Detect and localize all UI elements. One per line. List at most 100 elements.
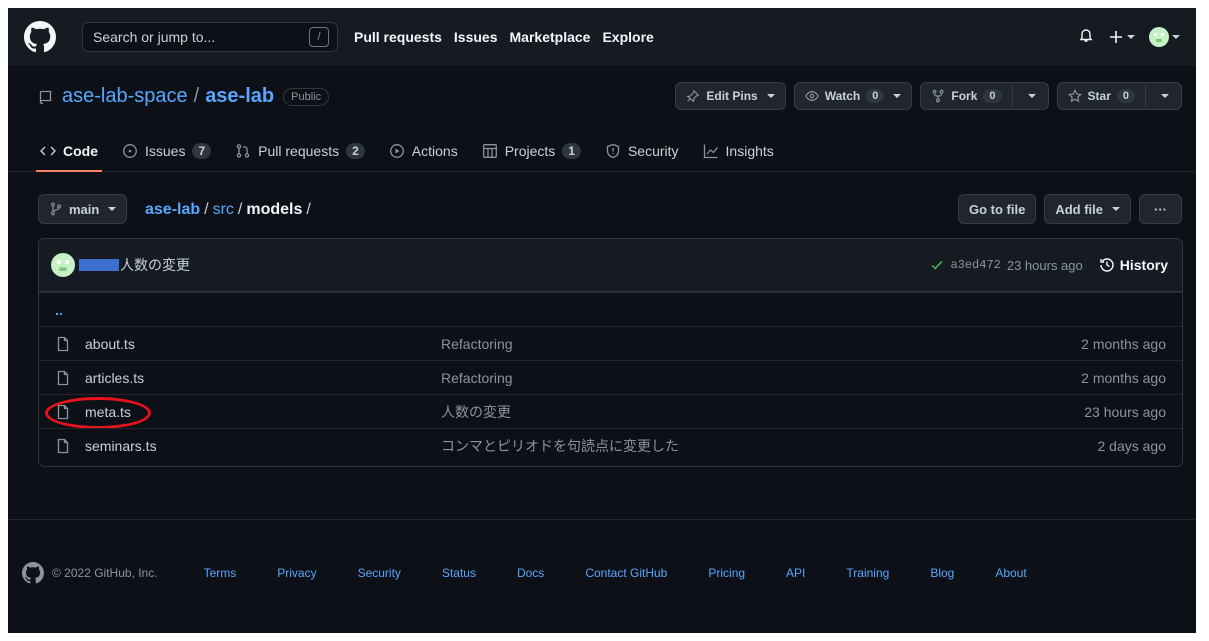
redacted-username [79,259,119,271]
avatar[interactable] [51,253,75,277]
footer-link-contact[interactable]: Contact GitHub [585,566,667,580]
file-browser: 人数の変更 a3ed472 23 hours ago History .. ab… [38,238,1183,467]
search-box[interactable]: / [82,22,338,52]
breadcrumb: ase-lab / src / models / [145,201,311,219]
parent-directory-row[interactable]: .. [39,292,1182,326]
nav-issues[interactable]: Issues [454,29,498,45]
footer-link-about[interactable]: About [995,566,1026,580]
more-options-button[interactable]: ··· [1139,194,1182,224]
footer-link-pricing[interactable]: Pricing [708,566,745,580]
nav-marketplace[interactable]: Marketplace [510,29,591,45]
footer-link-terms[interactable]: Terms [204,566,237,580]
add-file-button[interactable]: Add file [1044,194,1131,224]
repo-owner-link[interactable]: ase-lab-space [62,85,188,108]
file-icon [57,370,69,385]
chevron-down-icon [1127,35,1135,39]
tab-code[interactable]: Code [36,132,102,172]
file-name-link[interactable]: about.ts [85,336,441,352]
file-commit-age: 23 hours ago [1084,403,1166,420]
tab-security[interactable]: Security [603,132,681,170]
bell-icon[interactable] [1078,27,1094,48]
file-row[interactable]: meta.ts 人数の変更 23 hours ago [39,394,1182,429]
file-commit-message[interactable]: 人数の変更 [441,402,511,422]
tab-issues[interactable]: Issues 7 [120,132,213,170]
repo-name-link[interactable]: ase-lab [205,85,274,108]
play-icon [389,144,404,158]
file-icon [57,336,69,351]
breadcrumb-current: models [246,201,303,218]
fork-count: 0 [983,89,1002,103]
tab-issues-count: 7 [192,143,212,159]
commit-sha[interactable]: a3ed472 [950,258,1000,272]
repo-separator: / [193,85,200,107]
github-logo-icon[interactable] [22,562,44,584]
history-link[interactable]: History [1099,257,1168,273]
file-commit-age: 2 months ago [1081,335,1166,352]
code-icon [40,146,56,156]
commit-time: 23 hours ago [1006,257,1083,273]
parent-directory-link[interactable]: .. [55,302,63,318]
repo-actions: Edit Pins Watch 0 Fork 0 Star 0 [675,82,1182,110]
breadcrumb-src[interactable]: src [213,201,234,219]
file-name-link[interactable]: seminars.ts [85,438,441,454]
footer-link-security[interactable]: Security [358,566,401,580]
repo-icon [38,89,54,105]
star-button[interactable]: Star 0 [1056,82,1146,110]
eye-icon [804,91,819,101]
tab-projects[interactable]: Projects 1 [480,132,583,170]
file-commit-message[interactable]: コンマとピリオドを句読点に変更した [441,436,679,456]
edit-pins-button[interactable]: Edit Pins [675,82,786,110]
footer-link-blog[interactable]: Blog [930,566,954,580]
fork-icon [932,89,944,103]
file-icon [57,438,69,453]
fork-dropdown-button[interactable] [1012,82,1049,110]
chevron-down-icon [108,207,117,211]
latest-commit-message[interactable]: 人数の変更 [120,255,190,275]
watch-label: Watch [824,89,861,103]
star-label: Star [1087,89,1111,103]
file-name-link[interactable]: articles.ts [85,370,441,386]
tab-insights-label: Insights [725,143,774,159]
nav-pull-requests[interactable]: Pull requests [354,29,442,45]
breadcrumb-root[interactable]: ase-lab [145,201,200,219]
tab-code-label: Code [63,143,98,159]
chevron-down-icon [766,94,775,98]
star-dropdown-button[interactable] [1146,82,1182,110]
watch-button[interactable]: Watch 0 [793,82,913,110]
footer-link-api[interactable]: API [786,566,805,580]
project-icon [482,144,497,158]
fork-button[interactable]: Fork 0 [920,82,1013,110]
create-new-menu[interactable] [1108,29,1135,45]
latest-commit-bar: 人数の変更 a3ed472 23 hours ago History [39,239,1182,292]
tab-pull-requests-label: Pull requests [258,143,340,159]
issue-icon [123,144,137,158]
fork-label: Fork [951,89,978,103]
search-input[interactable] [93,29,309,45]
file-row[interactable]: about.ts Refactoring 2 months ago [39,326,1182,360]
star-group: Star 0 [1056,82,1182,110]
avatar [1149,27,1169,47]
file-commit-message[interactable]: Refactoring [441,370,513,386]
chevron-down-icon [1112,207,1120,211]
nav-explore[interactable]: Explore [602,29,653,45]
watch-count: 0 [866,89,885,103]
footer-link-docs[interactable]: Docs [517,566,544,580]
file-commit-message[interactable]: Refactoring [441,336,513,352]
branch-select-button[interactable]: main [38,194,128,224]
go-to-file-label: Go to file [968,201,1026,217]
footer-link-privacy[interactable]: Privacy [277,566,316,580]
footer-link-status[interactable]: Status [442,566,476,580]
file-row[interactable]: articles.ts Refactoring 2 months ago [39,360,1182,394]
file-row[interactable]: seminars.ts コンマとピリオドを句読点に変更した 2 days ago [39,428,1182,462]
tab-projects-count: 1 [562,143,581,159]
go-to-file-button[interactable]: Go to file [957,194,1037,224]
chevron-down-icon [893,94,902,98]
user-menu[interactable] [1149,27,1180,47]
footer-link-training[interactable]: Training [846,566,889,580]
tab-pull-requests[interactable]: Pull requests 2 [233,132,367,170]
tab-actions[interactable]: Actions [387,132,460,170]
github-logo-icon[interactable] [24,21,56,53]
chevron-down-icon [1027,94,1036,98]
tab-insights[interactable]: Insights [701,132,776,170]
github-window: / Pull requests Issues Marketplace Explo… [8,8,1196,633]
